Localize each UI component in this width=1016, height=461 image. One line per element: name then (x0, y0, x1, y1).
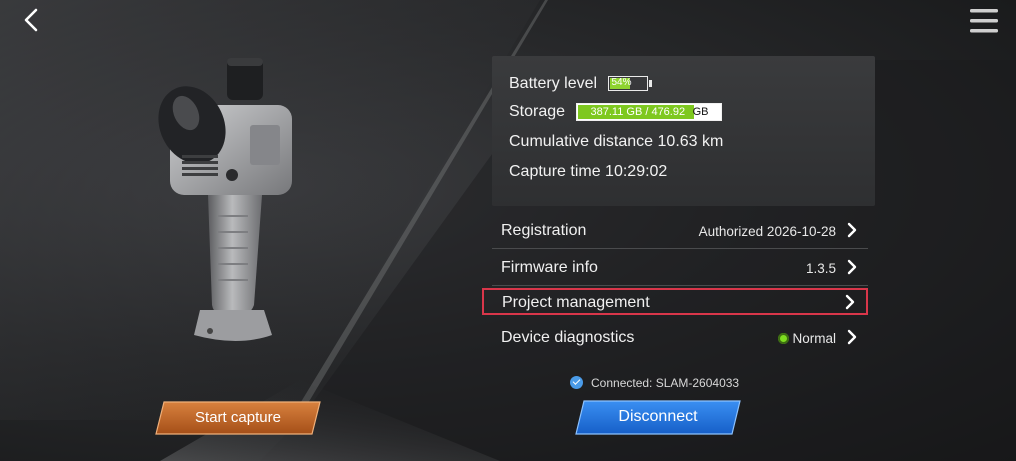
chevron-right-icon (847, 259, 857, 275)
chevron-right-icon (847, 222, 857, 238)
storage-indicator: 387.11 GB / 476.92 GB (575, 103, 722, 121)
chevron-right-icon (845, 294, 855, 310)
firmware-version: 1.3.5 (805, 261, 836, 276)
project-management-row[interactable]: Project management (482, 288, 868, 315)
check-circle-icon (570, 376, 583, 389)
back-button[interactable] (14, 6, 46, 34)
disconnect-label: Disconnect (618, 408, 698, 425)
registration-row[interactable]: Registration Authorized 2026-10-28 (492, 214, 868, 249)
storage-row: Storage 387.11 GB / 476.92 GB (509, 103, 722, 121)
distance-label: Cumulative distance (509, 133, 654, 150)
connection-status: Connected: SLAM-2604033 (570, 376, 739, 390)
diagnostics-status-text: Normal (792, 331, 836, 346)
start-capture-label: Start capture (195, 409, 281, 426)
distance-row: Cumulative distance 10.63 km (509, 133, 723, 151)
device-diagnostics-label: Device diagnostics (501, 329, 635, 346)
battery-indicator: 54% (607, 76, 652, 92)
device-status-card: Battery level 54% Storage 387.11 GB / 47… (492, 56, 875, 206)
firmware-info-label: Firmware info (501, 259, 598, 276)
scanner-device-image (158, 58, 292, 341)
hamburger-menu-icon (970, 9, 998, 33)
connection-text: Connected: SLAM-2604033 (591, 376, 740, 390)
start-capture-button[interactable]: Start capture (154, 401, 322, 435)
chevron-left-icon (24, 8, 38, 32)
battery-label: Battery level (509, 75, 598, 92)
menu-button[interactable] (968, 6, 1000, 36)
registration-label: Registration (501, 222, 587, 239)
diagnostics-status: Normal (778, 331, 836, 346)
device-diagnostics-row[interactable]: Device diagnostics Normal (492, 321, 868, 356)
capture-time-value: 10:29:02 (605, 163, 668, 180)
storage-label: Storage (509, 103, 566, 121)
battery-row: Battery level 54% (509, 75, 652, 93)
disconnect-button[interactable]: Disconnect (574, 400, 742, 435)
firmware-info-row[interactable]: Firmware info 1.3.5 (492, 251, 868, 286)
chevron-right-icon (847, 329, 857, 345)
storage-used: 387.11 GB / 476.92 (590, 106, 686, 118)
battery-value: 54% (611, 77, 632, 89)
distance-value: 10.63 km (657, 133, 724, 150)
capture-time-label: Capture time (509, 163, 601, 180)
capture-time-row: Capture time 10:29:02 (509, 163, 667, 181)
status-dot-icon (778, 333, 790, 344)
storage-unit: GB (692, 106, 709, 118)
registration-value: Authorized 2026-10-28 (698, 224, 836, 239)
project-management-label: Project management (502, 294, 650, 311)
